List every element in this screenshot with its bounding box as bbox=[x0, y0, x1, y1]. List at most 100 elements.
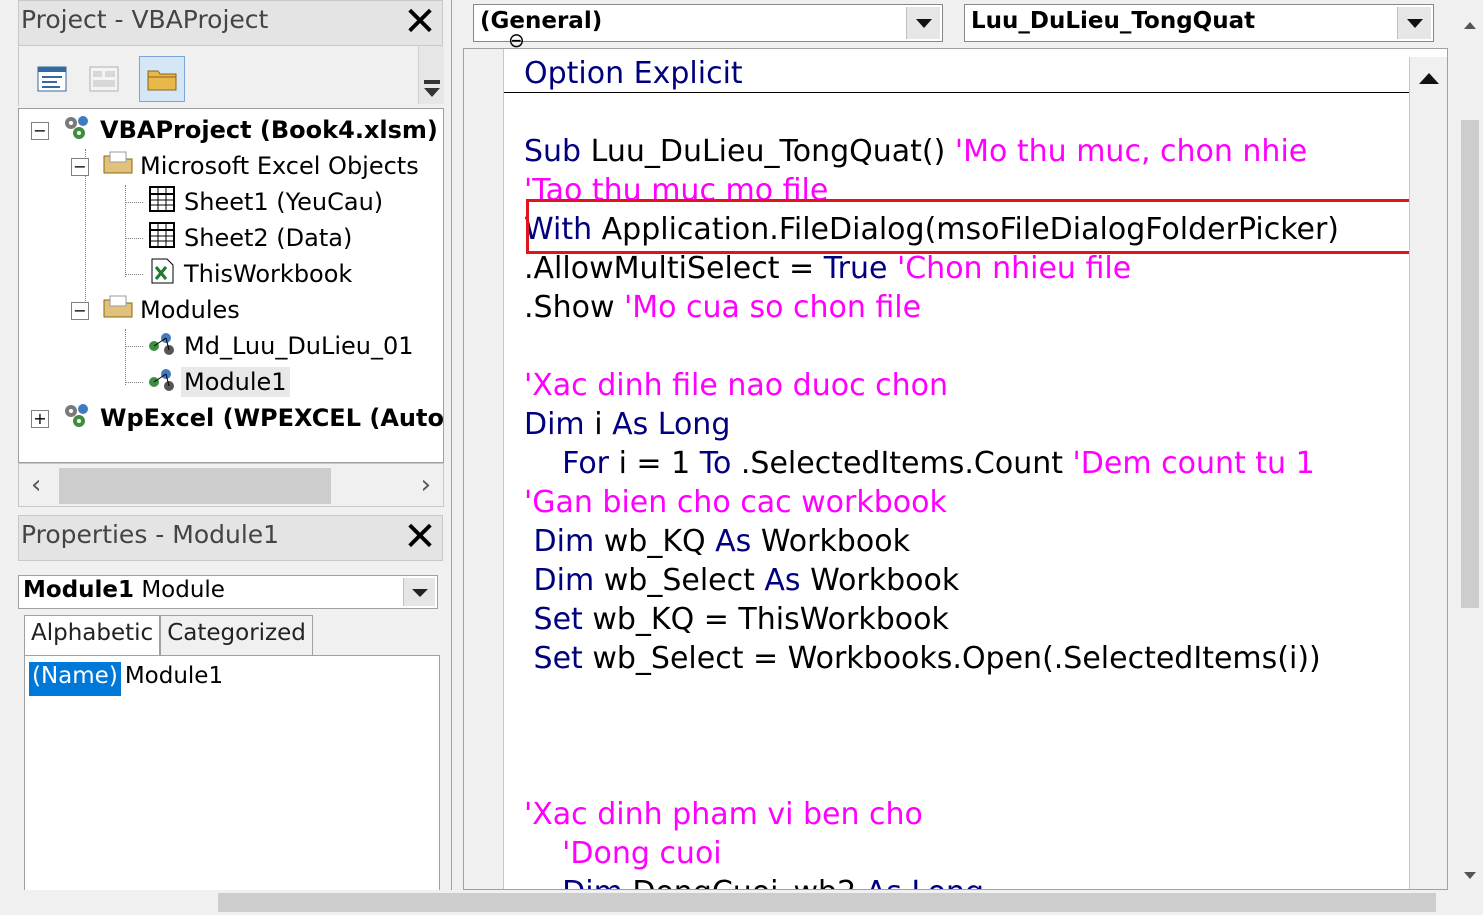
tree-item-label: WpExcel (WPEXCEL (Autosa bbox=[100, 404, 444, 432]
tree-item-md-luu-dulieu-01[interactable]: Md_Luu_DuLieu_01 bbox=[143, 329, 417, 363]
properties-titlebar: Properties - Module1 ✕ bbox=[18, 515, 443, 561]
toolbar-overflow-button[interactable] bbox=[418, 46, 444, 104]
view-object-icon bbox=[89, 66, 119, 92]
code-keyword: Set bbox=[524, 641, 593, 676]
close-icon[interactable]: ✕ bbox=[400, 517, 440, 558]
window-vertical-scrollbar[interactable] bbox=[1458, 0, 1483, 890]
code-margin[interactable] bbox=[464, 49, 504, 889]
code-keyword: Option Explicit bbox=[524, 56, 743, 91]
folder-icon bbox=[147, 70, 177, 91]
code-line[interactable]: Sub Luu_DuLieu_TongQuat() 'Mo thu muc, c… bbox=[524, 132, 1307, 171]
code-line[interactable]: .Show 'Mo cua so chon file bbox=[524, 288, 921, 327]
code-line[interactable]: 'Gan bien cho cac workbook bbox=[524, 483, 947, 522]
object-combo-value: (General) bbox=[480, 8, 603, 34]
tree-item-vbaproject[interactable]: VBAProject (Book4.xlsm) bbox=[59, 113, 441, 147]
property-value[interactable]: Module1 bbox=[121, 662, 227, 696]
vba-project-icon bbox=[59, 401, 97, 435]
code-token: Workbook bbox=[760, 524, 910, 559]
chevron-down-icon[interactable] bbox=[403, 578, 435, 606]
code-keyword: As bbox=[715, 524, 761, 559]
highlight-box bbox=[526, 199, 1422, 254]
code-line[interactable]: Dim wb_Select As Workbook bbox=[524, 561, 960, 600]
code-line[interactable]: Dim DongCuoi_wb2 As Long bbox=[524, 873, 984, 889]
window-horizontal-scrollbar[interactable] bbox=[0, 890, 1483, 915]
code-line[interactable]: Set wb_Select = Workbooks.Open(.Selected… bbox=[524, 639, 1321, 678]
scrollbar-thumb[interactable] bbox=[1461, 120, 1479, 608]
tree-item-wpexcel[interactable]: WpExcel (WPEXCEL (Autosa bbox=[59, 401, 444, 435]
code-editor[interactable]: Option Explicit Sub Luu_DuLieu_TongQuat()… bbox=[463, 48, 1448, 890]
code-token: wb_Select = Workbooks.Open(.SelectedItem… bbox=[592, 641, 1321, 676]
code-keyword: Set bbox=[524, 602, 593, 637]
code-token: DongCuoi_wb2 bbox=[632, 875, 865, 889]
code-line[interactable]: Dim i As Long bbox=[524, 405, 730, 444]
code-line[interactable]: Option Explicit bbox=[524, 54, 743, 93]
code-keyword: True bbox=[823, 251, 897, 286]
vba-project-icon bbox=[59, 113, 97, 147]
view-object-button[interactable] bbox=[81, 56, 127, 102]
tree-item-label: Module1 bbox=[181, 367, 290, 397]
tree-item-label: Sheet2 (Data) bbox=[184, 224, 353, 252]
scroll-left-icon[interactable]: ‹ bbox=[31, 470, 41, 500]
chevron-down-icon[interactable] bbox=[906, 7, 940, 39]
worksheet-icon bbox=[143, 185, 181, 219]
properties-title: Properties - Module1 bbox=[21, 520, 280, 549]
code-keyword: Dim bbox=[524, 524, 604, 559]
code-keyword: As bbox=[764, 563, 811, 598]
chevron-down-icon[interactable] bbox=[1397, 7, 1431, 39]
code-comment: 'Dem count tu 1 bbox=[1072, 446, 1315, 481]
code-comment: 'Dong cuoi bbox=[524, 836, 722, 871]
tree-item-thisworkbook[interactable]: ThisWorkbook bbox=[143, 257, 355, 291]
scrollbar-thumb[interactable] bbox=[59, 468, 331, 504]
view-code-icon bbox=[37, 66, 67, 92]
scroll-down-icon[interactable] bbox=[1464, 872, 1476, 879]
close-icon[interactable]: ✕ bbox=[400, 2, 440, 43]
code-window: (General) ⊖ Luu_DuLieu_TongQuat Option E… bbox=[458, 0, 1453, 890]
code-keyword: Dim bbox=[524, 875, 632, 889]
code-keyword: To bbox=[699, 446, 741, 481]
property-key: (Name) bbox=[29, 662, 121, 696]
collapse-modules-icon[interactable]: − bbox=[71, 302, 89, 320]
project-tree: − VBAProject (Book4.xlsm) − Microsoft Ex… bbox=[18, 108, 444, 463]
code-line[interactable]: .AllowMultiSelect = True 'Chon nhieu fil… bbox=[524, 249, 1131, 288]
code-line[interactable]: Dim wb_KQ As Workbook bbox=[524, 522, 910, 561]
code-token: Workbook bbox=[810, 563, 960, 598]
workbook-icon bbox=[143, 257, 181, 291]
project-explorer-pane: Project - VBAProject ✕ − VBAProject (Boo… bbox=[0, 0, 452, 515]
view-code-button[interactable] bbox=[29, 56, 75, 102]
code-line[interactable]: 'Xac dinh pham vi ben cho bbox=[524, 795, 923, 834]
code-line[interactable]: 'Dong cuoi bbox=[524, 834, 722, 873]
code-line[interactable]: Set wb_KQ = ThisWorkbook bbox=[524, 600, 949, 639]
tree-item-label: Microsoft Excel Objects bbox=[140, 152, 419, 180]
code-comment: 'Gan bien cho cac workbook bbox=[524, 485, 947, 520]
tree-item-sheet2[interactable]: Sheet2 (Data) bbox=[143, 221, 355, 255]
scroll-up-icon[interactable] bbox=[1419, 73, 1439, 84]
scrollbar-thumb[interactable] bbox=[218, 893, 1436, 912]
scroll-up-icon[interactable] bbox=[1464, 22, 1476, 29]
tree-item-sheet1[interactable]: Sheet1 (YeuCau) bbox=[143, 185, 386, 219]
property-row[interactable]: (Name) Module1 bbox=[29, 662, 227, 696]
procedure-combo[interactable]: Luu_DuLieu_TongQuat bbox=[964, 4, 1434, 42]
object-combo[interactable]: (General) bbox=[473, 4, 943, 42]
tab-alphabetic[interactable]: Alphabetic bbox=[24, 615, 161, 655]
code-text[interactable]: Option Explicit Sub Luu_DuLieu_TongQuat()… bbox=[524, 49, 1414, 889]
expand-wpexcel-icon[interactable]: + bbox=[31, 410, 49, 428]
code-token: i bbox=[594, 407, 613, 442]
tree-item-excel-objects[interactable]: Microsoft Excel Objects bbox=[99, 149, 422, 183]
tab-categorized[interactable]: Categorized bbox=[160, 615, 313, 655]
code-line[interactable]: 'Xac dinh file nao duoc chon bbox=[524, 366, 948, 405]
code-line[interactable]: For i = 1 To .SelectedItems.Count 'Dem c… bbox=[524, 444, 1315, 483]
collapse-excel-objects-icon[interactable]: − bbox=[71, 158, 89, 176]
code-vertical-scrollbar[interactable] bbox=[1409, 57, 1447, 889]
tree-item-modules[interactable]: Modules bbox=[99, 293, 243, 327]
code-token: wb_KQ = ThisWorkbook bbox=[592, 602, 949, 637]
tree-item-label: Modules bbox=[140, 296, 240, 324]
object-selector[interactable]: Module1 Module bbox=[18, 575, 438, 609]
toggle-folders-button[interactable] bbox=[139, 56, 185, 102]
tree-item-module1[interactable]: Module1 bbox=[143, 365, 290, 399]
scroll-right-icon[interactable]: › bbox=[421, 470, 431, 500]
collapse-vbaproject-icon[interactable]: − bbox=[31, 122, 49, 140]
project-toolbar bbox=[18, 46, 444, 106]
project-tree-horizontal-scrollbar[interactable]: ‹ › bbox=[18, 463, 444, 507]
worksheet-icon bbox=[143, 221, 181, 255]
code-keyword: For bbox=[524, 446, 619, 481]
